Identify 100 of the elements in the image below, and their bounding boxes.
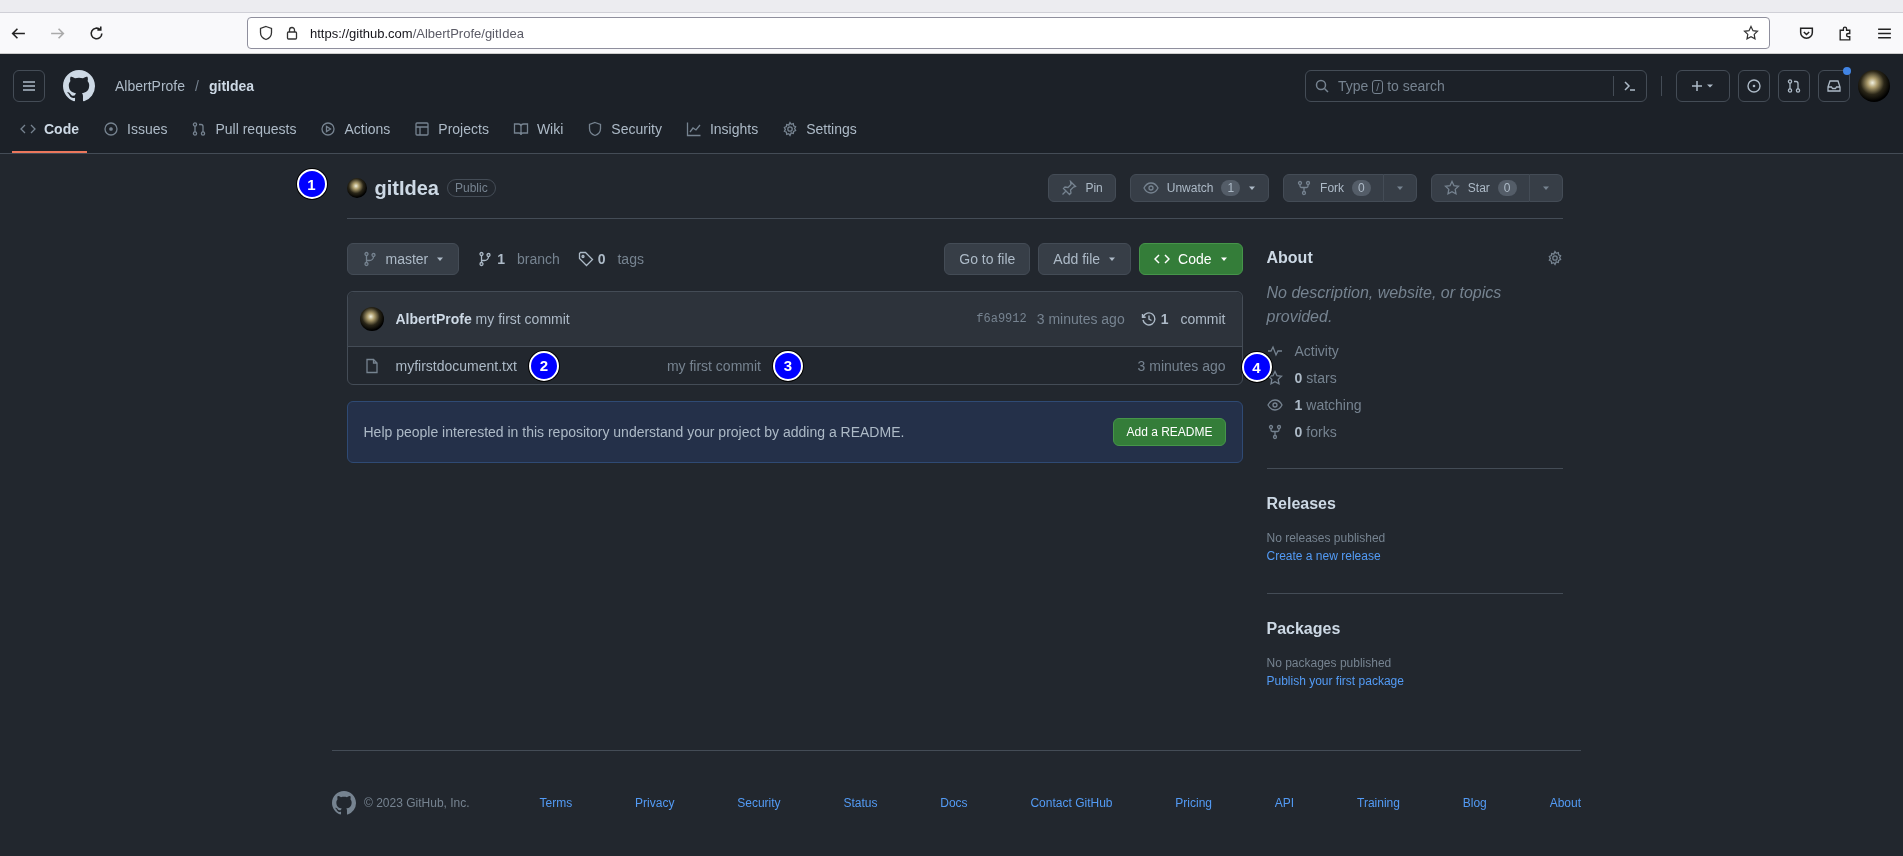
path-separator: / — [195, 78, 199, 94]
about-description: No description, website, or topics provided. — [1266, 283, 1503, 327]
packages-heading: Packages — [1266, 620, 1342, 638]
octocat-logo-icon[interactable] — [63, 70, 95, 102]
star-button[interactable]: Star 0 — [1430, 174, 1530, 202]
repo-tab[interactable]: Actions — [312, 111, 399, 153]
pull-request-icon — [1786, 78, 1802, 94]
footer-link[interactable]: API — [1274, 796, 1295, 810]
repo-tab[interactable]: Insights — [677, 111, 767, 153]
book-icon — [512, 121, 529, 137]
repo-tab[interactable]: Wiki — [504, 111, 572, 153]
branches-link[interactable]: 1 branch — [477, 251, 560, 267]
graph-icon — [685, 121, 702, 137]
star-outline-icon[interactable] — [1743, 25, 1759, 41]
issues-button[interactable] — [1738, 70, 1770, 102]
create-release-link[interactable]: Create a new release — [1266, 547, 1563, 565]
owner-avatar — [346, 178, 367, 198]
commit-sha[interactable]: f6a9912 — [976, 312, 1027, 326]
latest-commit[interactable]: AlbertProfe my first commit — [395, 311, 570, 327]
footer-link[interactable]: Docs — [940, 796, 968, 810]
commit-time: 3 minutes ago — [1036, 311, 1125, 327]
add-file-button[interactable]: Add file — [1038, 243, 1132, 275]
menu-icon — [21, 78, 37, 94]
reload-icon[interactable] — [88, 24, 105, 42]
repo-title[interactable]: gitIdea — [374, 176, 439, 200]
plus-caret-icon — [1691, 78, 1715, 94]
caret-icon — [1395, 184, 1404, 192]
menu-button[interactable] — [13, 70, 45, 102]
footer-link[interactable]: Contact GitHub — [1030, 796, 1113, 810]
eye-stat-link[interactable]: 1 watching — [1266, 397, 1362, 413]
fork-icon — [1266, 424, 1283, 440]
fork-stat-link[interactable]: 0 forks — [1266, 424, 1337, 440]
branch-icon — [477, 251, 494, 267]
repo-tab[interactable]: Projects — [406, 111, 497, 153]
settings-icon[interactable] — [1546, 250, 1563, 266]
pocket-icon[interactable] — [1798, 24, 1815, 42]
repo-tab[interactable]: Code — [12, 111, 87, 153]
avatar[interactable] — [1858, 70, 1890, 102]
packages-note: No packages published — [1266, 655, 1393, 672]
issue-icon — [1746, 78, 1762, 94]
footer-link[interactable]: Pricing — [1175, 796, 1212, 810]
copyright: © 2023 GitHub, Inc. — [364, 796, 470, 810]
repo-tab[interactable]: Settings — [774, 111, 865, 153]
create-new-button[interactable] — [1676, 70, 1730, 102]
eye-icon — [1266, 397, 1283, 413]
repo-tab[interactable]: Security — [579, 111, 670, 153]
footer-link[interactable]: Security — [737, 796, 781, 810]
file-time: 3 minutes ago — [1137, 357, 1226, 374]
owner-link[interactable]: AlbertProfe — [115, 78, 186, 94]
pull-requests-button[interactable] — [1778, 70, 1810, 102]
code-button[interactable]: Code — [1139, 243, 1243, 275]
pin-button[interactable]: Pin — [1048, 174, 1116, 202]
footer-link[interactable]: Blog — [1462, 796, 1487, 810]
publish-package-link[interactable]: Publish your first package — [1266, 672, 1563, 690]
star-icon — [1443, 180, 1460, 196]
pulse-icon — [1266, 343, 1283, 359]
fork-icon — [1296, 180, 1313, 196]
releases-note: No releases published — [1266, 530, 1387, 547]
branch-selector[interactable]: master — [346, 243, 460, 275]
table-icon — [414, 121, 431, 137]
caret-icon — [1219, 255, 1228, 263]
tags-link[interactable]: 0 tags — [577, 251, 644, 267]
shield-icon — [587, 121, 604, 137]
caret-icon — [436, 255, 445, 263]
footer-link[interactable]: Terms — [539, 796, 573, 810]
eye-icon — [1142, 180, 1159, 196]
file-name[interactable]: myfirstdocument.txt — [395, 357, 517, 374]
footer-link[interactable]: Privacy — [635, 796, 675, 810]
shield-icon — [258, 25, 274, 41]
commits-link[interactable]: 1 commit — [1140, 311, 1226, 327]
tag-icon — [577, 251, 594, 267]
footer-link[interactable]: About — [1549, 796, 1581, 810]
search-placeholder: Type / to search — [1338, 78, 1445, 94]
annotation-marker: 2 — [528, 350, 559, 381]
annotation-marker: 3 — [773, 350, 803, 381]
address-bar[interactable]: https://github.com/AlbertProfe/gitIdea — [247, 17, 1770, 49]
history-icon — [1140, 311, 1157, 327]
repo-link[interactable]: gitIdea — [208, 78, 255, 94]
caret-icon — [1248, 184, 1257, 192]
watch-button[interactable]: Unwatch 1 — [1129, 174, 1270, 202]
annotation-marker: 1 — [296, 169, 327, 199]
go-to-file-button[interactable]: Go to file — [944, 243, 1031, 275]
footer-link[interactable]: Training — [1357, 796, 1400, 810]
footer-link[interactable]: Status — [843, 796, 878, 810]
search-field[interactable]: Type / to search — [1305, 70, 1647, 102]
fork-button[interactable]: Fork 0 — [1283, 174, 1384, 202]
annotation-marker: 4 — [1241, 352, 1272, 382]
repo-tab[interactable]: Issues — [95, 111, 176, 153]
repo-tab[interactable]: Pull requests — [183, 111, 305, 153]
pull-request-icon — [191, 121, 208, 137]
command-palette-icon[interactable] — [1622, 78, 1638, 94]
caret-icon — [1541, 184, 1550, 192]
about-heading: About — [1266, 249, 1313, 267]
add-readme-button[interactable]: Add a README — [1113, 418, 1226, 446]
readme-prompt: Help people interested in this repository understand your project by adding a README. — [363, 424, 905, 440]
inbox-icon — [1826, 78, 1842, 94]
search-icon — [1314, 78, 1330, 94]
pin-icon — [1061, 180, 1078, 196]
file-commit-message[interactable]: my first commit — [666, 357, 761, 374]
caret-icon — [1108, 255, 1117, 263]
